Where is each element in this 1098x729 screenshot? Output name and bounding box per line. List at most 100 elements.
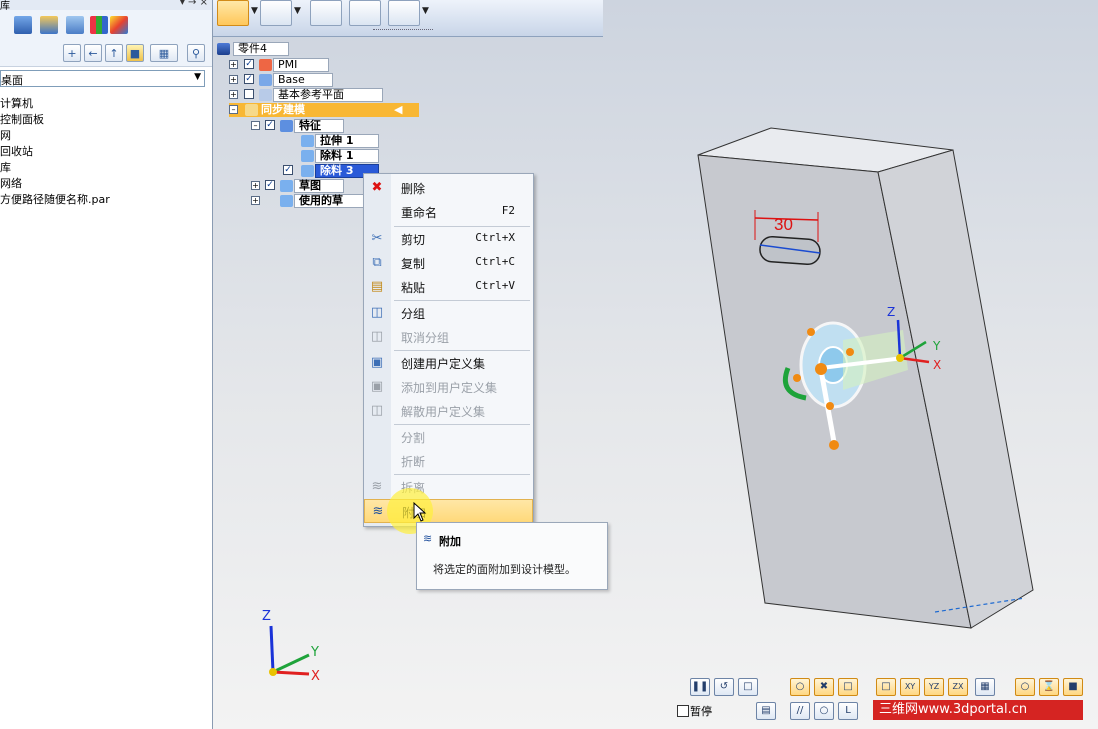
tree-item-extrude1[interactable]: 拉伸 1 <box>301 134 381 148</box>
delete-icon: ✖ <box>371 180 383 195</box>
menu-item-label: 添加到用户定义集 <box>401 381 498 395</box>
layers-icon[interactable] <box>66 16 84 34</box>
tree-item-used-sketches[interactable]: + 使用的草 <box>251 194 374 208</box>
save-view-button[interactable]: ▤ <box>756 702 776 720</box>
toolbar-grip[interactable] <box>373 29 433 34</box>
grid-icon[interactable] <box>90 16 108 34</box>
visibility-checkbox[interactable]: ✓ <box>244 59 254 69</box>
library-folder-icon[interactable] <box>14 16 32 34</box>
list-item[interactable]: 库 <box>0 160 212 176</box>
chevron-down-icon[interactable]: ▼ <box>194 72 201 82</box>
list-item[interactable]: 计算机 <box>0 96 212 112</box>
menu-item-rename[interactable]: 重命名 F2 <box>364 200 533 224</box>
concentric-button[interactable]: ○ <box>1015 678 1035 696</box>
menu-item-label: 重命名 <box>401 206 438 220</box>
body-select-button[interactable]: □ <box>838 678 858 696</box>
visibility-checkbox[interactable] <box>244 89 254 99</box>
cut-feature-icon <box>301 165 314 177</box>
new-folder-icon[interactable]: + <box>63 44 81 62</box>
menu-item-split[interactable]: 分割 <box>364 425 533 449</box>
chevron-down-icon[interactable]: ▼ <box>422 6 429 16</box>
plane-tool-button[interactable] <box>310 0 342 26</box>
back-icon[interactable]: ← <box>84 44 102 62</box>
attach-icon: ≋ <box>372 504 384 519</box>
tree-item-sketches[interactable]: + ✓ 草图 <box>251 179 371 193</box>
list-item[interactable]: 控制面板 <box>0 112 212 128</box>
pause-button[interactable]: ❚❚ <box>690 678 710 696</box>
base-triad-z <box>269 625 275 673</box>
visibility-checkbox[interactable]: ✓ <box>283 165 293 175</box>
watermark: 三维网www.3dportal.cn <box>873 700 1083 720</box>
tooltip-title: 附加 <box>439 535 461 548</box>
tree-item-label: 基本参考平面 <box>273 88 383 102</box>
options-button[interactable]: □ <box>738 678 758 696</box>
more-views-button[interactable]: ▦ <box>975 678 995 696</box>
menu-item-create-set[interactable]: ▣ 创建用户定义集 <box>364 351 533 375</box>
symmetric-button[interactable]: □ <box>876 678 896 696</box>
select-tool-button[interactable] <box>217 0 249 26</box>
tree-item-features[interactable]: – ✓ 特征 <box>251 119 371 133</box>
triad-z-label: Z <box>887 305 895 319</box>
pause-checkbox[interactable] <box>677 705 689 717</box>
base-triad-z-label: Z <box>262 609 271 624</box>
tree-item-cut1[interactable]: 除料 1 <box>301 149 381 163</box>
visibility-checkbox[interactable]: ✓ <box>244 74 254 84</box>
tree-item-base[interactable]: + ✓ Base <box>229 73 349 87</box>
menu-item-delete[interactable]: ✖ 删除 <box>364 176 533 200</box>
tree-item-sync[interactable]: – 同步建模 ◀ <box>229 103 419 117</box>
search-icon[interactable]: ⚲ <box>187 44 205 62</box>
tree-item-pmi[interactable]: + ✓ PMI <box>229 58 349 72</box>
menu-item-add-to-set[interactable]: ▣ 添加到用户定义集 <box>364 375 533 399</box>
tangent-button[interactable]: ⌛ <box>1039 678 1059 696</box>
expand-icon[interactable]: + <box>229 60 238 69</box>
menu-item-cut[interactable]: ✂ 剪切 Ctrl+X <box>364 227 533 251</box>
list-item[interactable]: 网络 <box>0 176 212 192</box>
folder-icon[interactable]: ■ <box>126 44 144 62</box>
filter-button[interactable]: // <box>790 702 810 720</box>
view-yz-button[interactable]: YZ <box>924 678 944 696</box>
up-icon[interactable]: ↑ <box>105 44 123 62</box>
menu-item-paste[interactable]: ▤ 粘贴 Ctrl+V <box>364 275 533 299</box>
context-menu: ✖ 删除 重命名 F2 ✂ 剪切 Ctrl+X ⧉ 复制 Ctrl+C ▤ 粘贴… <box>363 173 534 527</box>
view-options-icon[interactable]: ▦ <box>150 44 178 62</box>
filter-button[interactable]: ○ <box>814 702 834 720</box>
sketch-tool-button[interactable] <box>260 0 292 26</box>
pattern-tool-button[interactable] <box>388 0 420 26</box>
expand-icon[interactable]: + <box>251 196 260 205</box>
list-item[interactable]: 回收站 <box>0 144 212 160</box>
library-list: 计算机 控制面板 网 回收站 库 网络 方便路径随便名称.par <box>0 96 212 208</box>
menu-item-ungroup[interactable]: ◫ 取消分组 <box>364 325 533 349</box>
filter-button[interactable]: L <box>838 702 858 720</box>
parts-library-icon[interactable] <box>40 16 58 34</box>
visibility-checkbox[interactable]: ✓ <box>265 180 275 190</box>
expand-icon[interactable]: + <box>229 75 238 84</box>
lock-button[interactable]: ■ <box>1063 678 1083 696</box>
sketch-icon <box>280 180 293 192</box>
expand-icon[interactable]: + <box>251 181 260 190</box>
chevron-down-icon[interactable]: ▼ <box>294 6 301 16</box>
reset-button[interactable]: ↺ <box>714 678 734 696</box>
list-item[interactable]: 方便路径随便名称.par <box>0 192 212 208</box>
menu-item-dissolve-set[interactable]: ◫ 解散用户定义集 <box>364 399 533 423</box>
relate-tool-button[interactable] <box>349 0 381 26</box>
chevron-down-icon[interactable]: ▼ <box>251 6 258 16</box>
menu-item-break[interactable]: 折断 <box>364 449 533 473</box>
collapse-icon[interactable]: – <box>229 105 238 114</box>
gradient-icon[interactable] <box>110 16 128 34</box>
menu-item-group[interactable]: ◫ 分组 <box>364 301 533 325</box>
visibility-checkbox[interactable]: ✓ <box>265 120 275 130</box>
face-select-button[interactable]: ○ <box>790 678 810 696</box>
graphics-window[interactable]: 30 Z Y X Z Y X ▼ ▼ ▼ 零件4 + ✓ PMI + ✓ Bas… <box>213 0 1098 729</box>
edge-select-button[interactable]: ✖ <box>814 678 834 696</box>
expand-icon[interactable]: + <box>229 90 238 99</box>
panel-pin-icons[interactable]: ▾ → × <box>180 0 208 8</box>
arrow-left-icon: ◀ <box>394 103 403 116</box>
tree-item-ref-planes[interactable]: + 基本参考平面 <box>229 88 389 102</box>
list-item[interactable]: 网 <box>0 128 212 144</box>
view-zx-button[interactable]: ZX <box>948 678 968 696</box>
menu-item-detach[interactable]: ≋ 拆离 <box>364 475 533 499</box>
view-xy-button[interactable]: XY <box>900 678 920 696</box>
location-combo[interactable]: 桌面 ▼ <box>0 70 205 87</box>
menu-item-copy[interactable]: ⧉ 复制 Ctrl+C <box>364 251 533 275</box>
collapse-icon[interactable]: – <box>251 121 260 130</box>
